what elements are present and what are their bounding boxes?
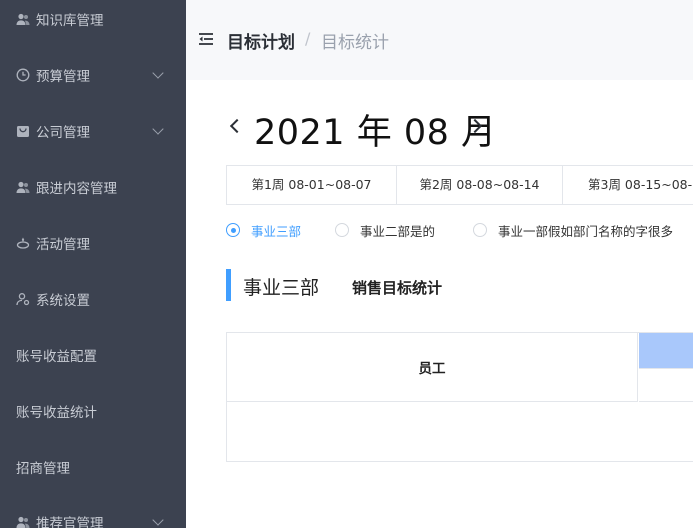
radio-label: 事业三部 <box>251 223 302 239</box>
week-tab-2[interactable]: 第2周 08-08~08-14 <box>397 166 563 204</box>
users-icon <box>16 12 30 26</box>
table-header-employee: 员工 <box>227 333 638 402</box>
activity-icon <box>16 236 30 250</box>
section-department: 事业三部 <box>243 277 320 299</box>
radio-checked-icon <box>226 223 240 237</box>
sidebar-item-label: 账号收益配置 <box>16 349 97 365</box>
clock-icon <box>16 68 30 82</box>
sidebar-item-label: 预算管理 <box>36 69 90 85</box>
chevron-down-icon <box>152 514 164 526</box>
breadcrumb-main[interactable]: 目标计划 <box>227 28 295 53</box>
table-header-subcell <box>639 368 693 402</box>
user-settings-icon <box>16 292 30 306</box>
department-radio-1[interactable]: 事业三部 <box>226 221 301 239</box>
table-row <box>227 402 693 462</box>
prev-month-arrow-icon[interactable] <box>229 118 245 134</box>
header: 目标计划 / 目标统计 <box>186 0 693 80</box>
menu-fold-icon[interactable] <box>198 31 214 47</box>
sales-target-table: 员工 <box>226 332 693 462</box>
sidebar: 知识库管理 预算管理 公司管理 跟进内容管理 活动管理 系统设置 账号收益配置 … <box>0 0 186 528</box>
department-radio-2[interactable]: 事业二部是的 <box>335 221 435 239</box>
week-tabs: 第1周 08-01~08-07 第2周 08-08~08-14 第3周 08-1… <box>226 165 693 205</box>
radio-unchecked-icon <box>473 223 487 237</box>
sidebar-item-activity[interactable]: 活动管理 <box>0 215 186 271</box>
chevron-down-icon <box>152 67 164 79</box>
sidebar-item-knowledge-base[interactable]: 知识库管理 <box>0 0 186 47</box>
section-accent-bar <box>226 269 231 301</box>
sidebar-item-company[interactable]: 公司管理 <box>0 103 186 159</box>
week-tab-3[interactable]: 第3周 08-15~08-21 <box>563 166 693 204</box>
sidebar-item-budget[interactable]: 预算管理 <box>0 47 186 103</box>
sidebar-item-label: 公司管理 <box>36 125 90 141</box>
sidebar-item-label: 活动管理 <box>36 237 90 253</box>
users-icon <box>16 180 30 194</box>
sidebar-item-label: 账号收益统计 <box>16 405 97 421</box>
radio-label: 事业二部是的 <box>360 223 436 239</box>
radio-unchecked-icon <box>335 223 349 237</box>
sidebar-item-label: 招商管理 <box>16 461 70 477</box>
sidebar-item-label: 知识库管理 <box>36 13 104 29</box>
week-tab-1[interactable]: 第1周 08-01~08-07 <box>227 166 397 204</box>
sidebar-item-account-revenue-config[interactable]: 账号收益配置 <box>0 327 186 383</box>
department-radio-3[interactable]: 事业一部假如部门名称的字很多 <box>473 221 673 239</box>
table-header-group <box>639 333 693 368</box>
month-label: 2021 年 08 月 <box>254 113 497 153</box>
breadcrumb-separator: / <box>305 29 311 48</box>
app: 知识库管理 预算管理 公司管理 跟进内容管理 活动管理 系统设置 账号收益配置 … <box>0 0 693 528</box>
sidebar-item-label: 推荐官管理 <box>36 516 104 528</box>
section-title: 销售目标统计 <box>352 279 443 297</box>
chevron-down-icon <box>152 123 164 135</box>
breadcrumb-current: 目标统计 <box>321 33 389 53</box>
sidebar-item-label: 跟进内容管理 <box>36 181 117 197</box>
users-icon <box>16 515 30 528</box>
sidebar-item-label: 系统设置 <box>36 293 90 309</box>
radio-label: 事业一部假如部门名称的字很多 <box>498 223 674 239</box>
sidebar-item-follow-up[interactable]: 跟进内容管理 <box>0 159 186 215</box>
sidebar-item-investment[interactable]: 招商管理 <box>0 439 186 495</box>
sidebar-item-system-settings[interactable]: 系统设置 <box>0 271 186 327</box>
sidebar-item-recommender[interactable]: 推荐官管理 <box>0 494 186 528</box>
sidebar-item-account-revenue-stats[interactable]: 账号收益统计 <box>0 383 186 439</box>
bag-icon <box>16 124 30 138</box>
